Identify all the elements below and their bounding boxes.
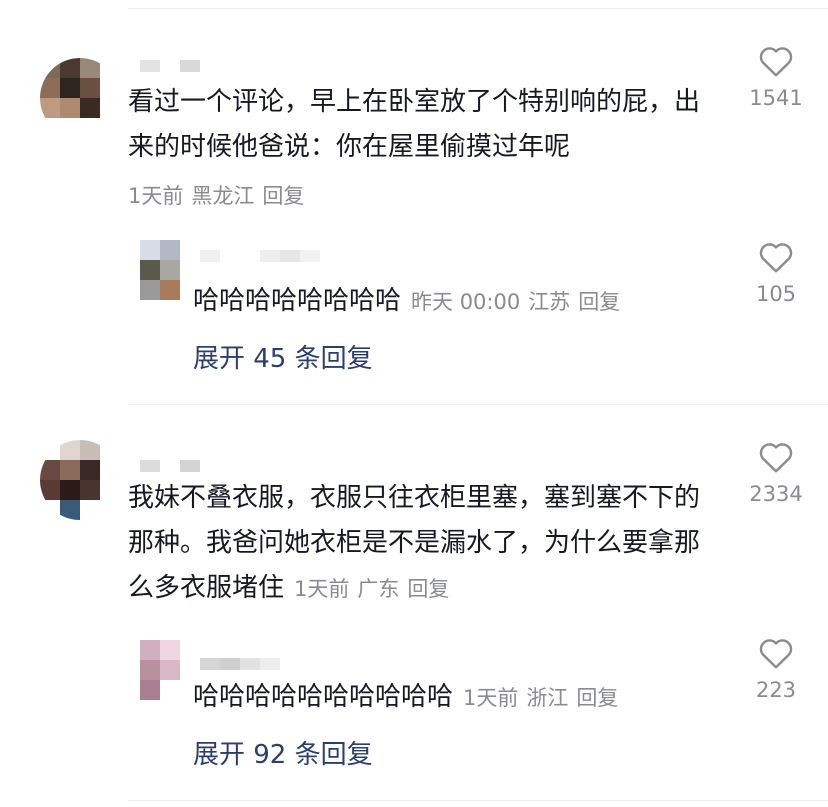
reply-time: 1天前 — [463, 686, 519, 710]
comment-text: 看过一个评论，早上在卧室放了个特别响的屁，出来的时候他爸说：你在屋里偷摸过年呢 — [128, 87, 701, 162]
avatar[interactable] — [40, 58, 120, 138]
reply-text: 哈哈哈哈哈哈哈哈哈哈 1天前 浙江 回复 — [193, 682, 619, 712]
divider — [128, 404, 828, 405]
reply-button[interactable]: 回复 — [576, 686, 618, 710]
heart-outline-icon — [759, 47, 793, 77]
heart-outline-icon — [759, 243, 793, 273]
reply-time: 昨天 00:00 — [411, 290, 521, 314]
avatar[interactable] — [40, 440, 120, 520]
comment-time: 1天前 — [128, 184, 184, 208]
expand-replies-link[interactable]: 展开 45 条回复 — [193, 338, 373, 375]
comment-time: 1天前 — [294, 577, 350, 601]
like-button[interactable]: 1541 — [728, 44, 824, 110]
heart-outline-icon — [759, 443, 793, 473]
username-blurred[interactable] — [140, 60, 200, 72]
reply-button[interactable]: 回复 — [262, 184, 304, 208]
reply-like-button[interactable]: 105 — [728, 240, 824, 306]
reply-location: 江苏 — [528, 290, 571, 314]
like-count: 2334 — [749, 482, 803, 506]
expand-replies-link[interactable]: 展开 92 条回复 — [193, 734, 373, 771]
comment-text: 我妹不叠衣服，衣服只往衣柜里塞，塞到塞不下的那种。我爸问她衣柜是不是漏水了，为什… — [128, 483, 701, 603]
comment-meta: 1天前 黑龙江 回复 — [128, 180, 312, 210]
reply-avatar[interactable] — [140, 640, 180, 700]
heart-outline-icon — [759, 639, 793, 669]
like-button[interactable]: 2334 — [728, 440, 824, 506]
reply-avatar[interactable] — [140, 240, 180, 300]
reply-like-button[interactable]: 223 — [728, 636, 824, 702]
divider — [128, 800, 828, 801]
like-count: 105 — [755, 282, 797, 306]
reply-username-blurred[interactable] — [200, 658, 280, 670]
comment-location: 广东 — [357, 577, 400, 601]
reply-text: 哈哈哈哈哈哈哈哈 昨天 00:00 江苏 回复 — [193, 286, 621, 316]
username-blurred[interactable] — [140, 460, 200, 472]
reply-button[interactable]: 回复 — [578, 290, 620, 314]
divider-top — [128, 8, 828, 9]
comment-location: 黑龙江 — [191, 184, 255, 208]
like-count: 223 — [755, 678, 797, 702]
reply-username-blurred[interactable] — [200, 250, 320, 262]
reply-location: 浙江 — [526, 686, 569, 710]
reply-button[interactable]: 回复 — [407, 577, 449, 601]
like-count: 1541 — [749, 86, 803, 110]
